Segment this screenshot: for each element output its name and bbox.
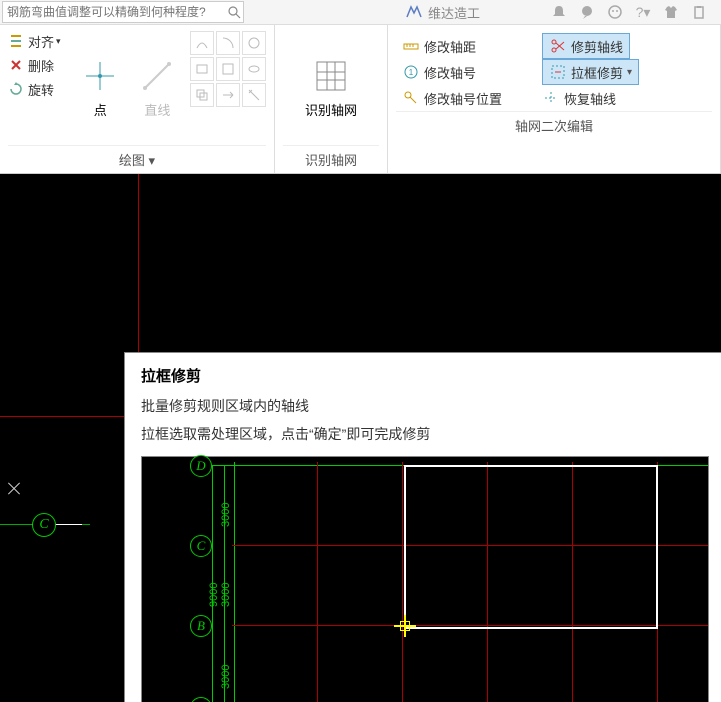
svg-text:1: 1 [409, 68, 414, 77]
cursor-icon [6, 480, 22, 496]
box-trim-button[interactable]: 拉框修剪 ▾ [542, 59, 639, 85]
tool-arc-icon[interactable] [216, 31, 240, 55]
line-icon [137, 56, 177, 96]
tool-offset-icon[interactable] [190, 83, 214, 107]
scissors-icon [549, 37, 567, 55]
ribbon-group-axis-edit: 修改轴距 修剪轴线 1 修改轴号 拉框修剪 ▾ [388, 25, 721, 173]
draw-group-label: 绘图 ▾ [8, 145, 266, 173]
delete-icon [8, 57, 24, 73]
tool-measure-icon[interactable] [242, 83, 266, 107]
recognize-group-label: 识别轴网 [283, 145, 379, 173]
axis-bubble-c: C [32, 513, 56, 537]
brand-logo-icon [404, 4, 424, 20]
tool-rect-icon[interactable] [190, 57, 214, 81]
modify-pos-button[interactable]: 修改轴号位置 [396, 85, 508, 111]
brand-text: 维达造工 [428, 3, 480, 22]
canvas[interactable]: C 拉框修剪 批量修剪规则区域内的轴线 拉框选取需处理区域，点击“确定”即可完成… [0, 174, 721, 702]
chat-icon[interactable] [577, 2, 597, 22]
ribbon-group-draw: 对齐 ▾ 删除 旋转 点 [0, 25, 275, 173]
tooltip-desc: 拉框选取需处理区域，点击“确定”即可完成修剪 [141, 424, 707, 444]
align-button[interactable]: 对齐 ▾ [8, 29, 72, 53]
ruler-icon [402, 37, 420, 55]
tool-spline-icon[interactable] [190, 31, 214, 55]
recognize-axis-button[interactable]: 识别轴网 [287, 29, 375, 145]
point-icon [80, 56, 120, 96]
bell-icon[interactable] [549, 2, 569, 22]
axis-edit-group-label: 轴网二次编辑 [396, 111, 712, 139]
tool-ellipse-icon[interactable] [242, 57, 266, 81]
search-box[interactable] [2, 1, 244, 23]
delete-button[interactable]: 删除 [8, 53, 72, 77]
rotate-icon [8, 81, 24, 97]
point-button[interactable]: 点 [72, 29, 129, 145]
search-input[interactable] [3, 5, 225, 19]
grid-line [0, 416, 124, 417]
crosshair-icon [394, 615, 416, 637]
modify-dist-button[interactable]: 修改轴距 [396, 33, 482, 59]
number-icon: 1 [402, 63, 420, 81]
draw-tools-grid [190, 31, 266, 145]
search-icon[interactable] [225, 3, 243, 21]
brand: 维达造工 [404, 3, 480, 22]
title-bar-icons: ?▾ [545, 2, 721, 22]
line-button: 直线 [129, 29, 186, 145]
clipboard-icon[interactable] [689, 2, 709, 22]
title-bar: 维达造工 ?▾ [0, 0, 721, 25]
box-trim-icon [549, 63, 567, 81]
grid-icon [311, 56, 351, 96]
help-icon[interactable]: ?▾ [633, 2, 653, 22]
trim-axis-button[interactable]: 修剪轴线 [542, 33, 630, 59]
tooltip-panel: 拉框修剪 批量修剪规则区域内的轴线 拉框选取需处理区域，点击“确定”即可完成修剪 [124, 352, 721, 702]
tool-rect2-icon[interactable] [216, 57, 240, 81]
tooltip-subtitle: 批量修剪规则区域内的轴线 [141, 396, 707, 416]
left-small-buttons: 对齐 ▾ 删除 旋转 [8, 29, 72, 145]
ribbon-group-recognize: 识别轴网 识别轴网 [275, 25, 388, 173]
tool-circle-icon[interactable] [242, 31, 266, 55]
restore-axis-button[interactable]: 恢复轴线 [536, 85, 622, 111]
modify-num-button[interactable]: 1 修改轴号 [396, 59, 482, 85]
face-icon[interactable] [605, 2, 625, 22]
tool-extend-icon[interactable] [216, 83, 240, 107]
shirt-icon[interactable] [661, 2, 681, 22]
tooltip-illustration: D C B A 3000 3000 3000 9000 [141, 456, 709, 702]
restore-icon [542, 89, 560, 107]
rotate-button[interactable]: 旋转 [8, 77, 72, 101]
pos-icon [402, 89, 420, 107]
align-icon [8, 33, 24, 49]
tooltip-title: 拉框修剪 [141, 365, 707, 386]
dropdown-arrow-icon[interactable]: ▾ [627, 67, 632, 78]
ribbon: 对齐 ▾ 删除 旋转 点 [0, 25, 721, 174]
